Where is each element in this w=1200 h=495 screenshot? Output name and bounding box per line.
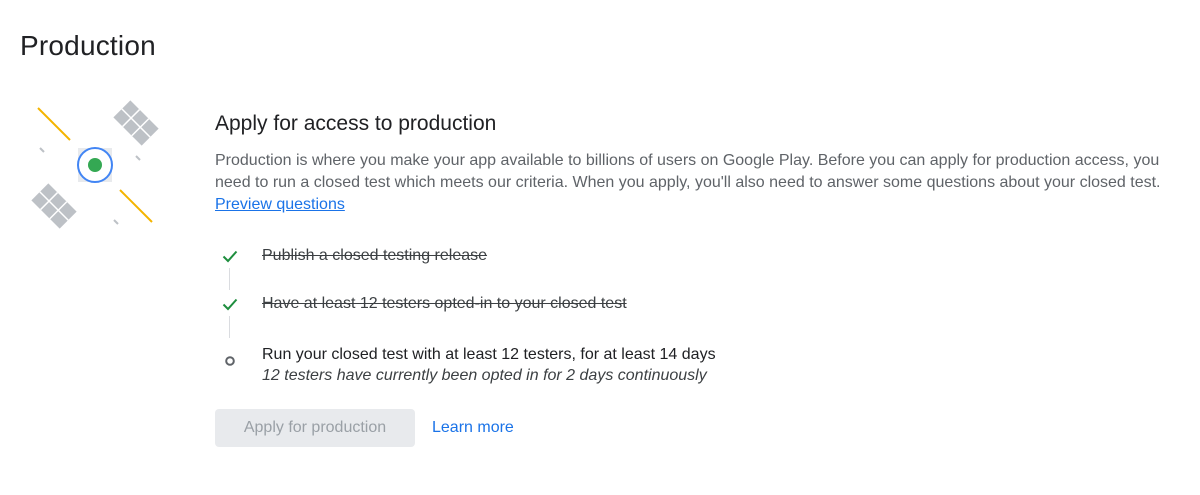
section-description: Production is where you make your app av… [215,150,1175,216]
circle-icon [215,349,245,373]
check-icon [215,244,245,268]
satellite-icon [31,100,159,229]
checklist-item-label: Run your closed test with at least 12 te… [262,346,716,363]
learn-more-link[interactable]: Learn more [432,419,514,437]
actions-row: Apply for production Learn more [215,409,514,447]
checklist-item: Have at least 12 testers opted-in to you… [215,290,1175,338]
preview-questions-link[interactable]: Preview questions [215,194,345,216]
production-access-section: Apply for access to production Productio… [215,110,1175,398]
checklist-item-label: Have at least 12 testers opted-in to you… [262,295,627,312]
description-text: Production is where you make your app av… [215,152,1161,191]
check-icon [215,292,245,316]
apply-for-production-button[interactable]: Apply for production [215,409,415,447]
checklist-item-label: Publish a closed testing release [262,247,488,264]
page-title: Production [20,30,156,61]
checklist-item: Run your closed test with at least 12 te… [215,338,1175,398]
production-page: Production Apply for access to productio… [0,0,1200,495]
satellite-illustration [22,96,172,236]
checklist-item-progress: 12 testers have currently been opted in … [262,367,707,384]
checklist-item: Publish a closed testing release [215,242,1175,290]
requirements-checklist: Publish a closed testing release Have at… [215,242,1175,398]
section-title: Apply for access to production [215,112,497,135]
